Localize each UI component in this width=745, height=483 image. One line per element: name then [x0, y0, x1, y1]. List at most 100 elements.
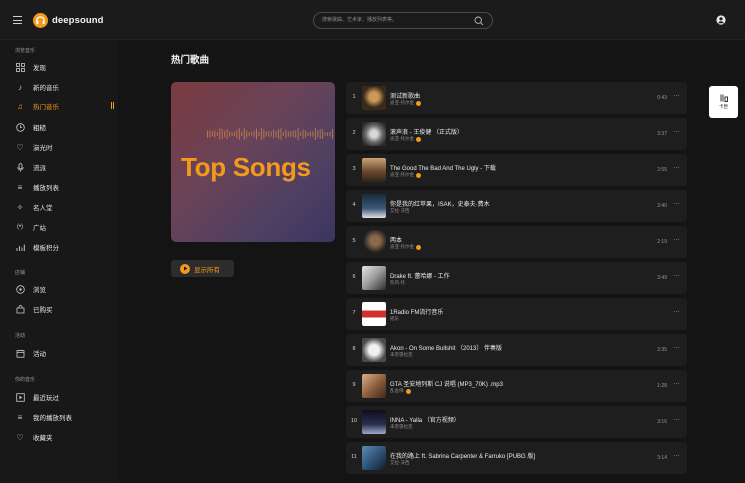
more-options-icon[interactable]: ··· [673, 453, 680, 459]
more-options-icon[interactable]: ··· [673, 237, 680, 243]
more-options-icon[interactable]: ··· [673, 417, 680, 423]
song-thumbnail[interactable] [362, 158, 386, 182]
song-title[interactable]: 滚声浪 - 王俊健 （正式版） [390, 127, 463, 136]
sidebar-item-my-playlists[interactable]: ≡ 我的播放列表 [15, 410, 118, 424]
song-thumbnail[interactable] [362, 410, 386, 434]
user-icon[interactable] [716, 15, 726, 25]
song-title[interactable]: Drake ft. 蕾哈娜 - 工作 [390, 271, 450, 280]
song-artist[interactable]: 未参雷拉克 [390, 352, 413, 358]
sidebar-item-points[interactable]: 模板积分 [15, 240, 118, 254]
song-row[interactable]: 2 滚声浪 - 王俊健 （正式版） 迪亚·托尔金 3:37 ··· [346, 118, 687, 150]
more-options-icon[interactable]: ··· [673, 273, 680, 279]
music-note-icon: ♪ [18, 82, 22, 92]
more-options-icon[interactable]: ··· [673, 345, 680, 351]
song-artist[interactable]: 艾拉·沃西 [390, 460, 410, 466]
sidebar-item-hall-of-fame[interactable]: ✧ 名人堂 [15, 200, 118, 214]
sidebar-item-recently-played[interactable]: 最近玩过 [15, 390, 118, 404]
song-number: 11 [351, 454, 357, 460]
sidebar-item-browse[interactable]: 浏览 [15, 282, 118, 296]
logo[interactable]: deepsound [33, 13, 104, 28]
sidebar-item-label: 名人堂 [33, 205, 53, 212]
show-all-button[interactable]: 显示所有 [171, 260, 234, 277]
song-title[interactable]: INNA - Yalla （官方视频） [390, 415, 460, 424]
song-artist[interactable]: 迪亚·托尔金 [390, 136, 421, 142]
sidebar-item-rough[interactable]: 粗糙 [15, 120, 118, 134]
more-options-icon[interactable]: ··· [673, 129, 680, 135]
song-number: 3 [352, 166, 356, 172]
sidebar-item-new-music[interactable]: ♪ 新的音乐 [15, 80, 118, 94]
song-row[interactable]: 5 两本 迪亚·托尔金 2:19 ··· [346, 226, 687, 258]
song-artist[interactable]: 乱舍佛 [390, 388, 411, 394]
song-title[interactable]: Akon - On Some Bullshit （2013） 伴奏版 [390, 343, 502, 352]
song-title[interactable]: 你是我的红苹果，ISAK，史泰夫·费木 [390, 199, 490, 208]
song-row[interactable]: 1 测试新歌曲 迪亚·托尔金 0:43 ··· [346, 82, 687, 114]
search-icon[interactable] [474, 16, 484, 26]
song-title[interactable]: 两本 [390, 235, 402, 244]
more-options-icon[interactable]: ··· [673, 201, 680, 207]
song-thumbnail[interactable] [362, 230, 386, 254]
bag-icon [15, 304, 25, 314]
song-thumbnail[interactable] [362, 122, 386, 146]
sidebar-item-top-music[interactable]: ♫ 热门音乐 [15, 99, 118, 113]
song-artist[interactable]: 迪亚·托尔金 [390, 172, 421, 178]
calendar-icon [15, 348, 25, 358]
search-input[interactable]: 搜索歌曲、艺术家、播放列表等。 [313, 12, 493, 29]
radio-icon: (•) [16, 224, 24, 230]
sidebar-item-purchased[interactable]: 已购买 [15, 302, 118, 316]
top-bar: deepsound 搜索歌曲、艺术家、播放列表等。 [0, 0, 745, 40]
song-thumbnail[interactable] [362, 194, 386, 218]
song-thumbnail[interactable] [362, 338, 386, 362]
song-title[interactable]: GTA 圣安地列斯 CJ 说唱 (MP3_70K) .mp3 [390, 379, 503, 388]
headphones-icon [33, 13, 48, 28]
sidebar-item-playlists[interactable]: ≡ 播放列表 [15, 180, 118, 194]
song-row[interactable]: 8 Akon - On Some Bullshit （2013） 伴奏版 未参雷拉克… [346, 334, 687, 366]
menu-icon[interactable] [13, 16, 22, 24]
song-row[interactable]: 3 The Good The Bad And The Ugly - 下载 迪亚·托尔… [346, 154, 687, 186]
heart-outline-icon: ♡ [16, 432, 24, 442]
song-thumbnail[interactable] [362, 446, 386, 470]
cassette-icon [720, 94, 728, 102]
more-options-icon[interactable]: ··· [673, 309, 680, 315]
sidebar-item-mood[interactable]: ♡ 演光时 [15, 140, 118, 154]
song-row[interactable]: 10 INNA - Yalla （官方视频） 未参雷拉克 3:16 ··· [346, 406, 687, 438]
more-options-icon[interactable]: ··· [673, 93, 680, 99]
song-row[interactable]: 11 在我的路上 ft. Sabrina Carpenter & Farruko … [346, 442, 687, 474]
sidebar-item-discover[interactable]: 发现 [15, 60, 118, 74]
song-artist[interactable]: 未参雷拉克 [390, 424, 413, 430]
song-thumbnail[interactable] [362, 86, 386, 110]
sidebar-item-label: 最近玩过 [33, 395, 59, 402]
fire-icon: ♫ [17, 101, 23, 111]
float-widget-button[interactable]: 卡匣 [709, 86, 738, 118]
sidebar-item-stations[interactable]: (•) 广站 [15, 220, 118, 234]
song-title[interactable]: 1Radio FM流行音乐 [390, 307, 443, 316]
more-options-icon[interactable]: ··· [673, 165, 680, 171]
song-thumbnail[interactable] [362, 302, 386, 326]
song-title[interactable]: 在我的路上 ft. Sabrina Carpenter & Farruko [P… [390, 451, 535, 460]
song-title[interactable]: 测试新歌曲 [390, 91, 420, 100]
more-options-icon[interactable]: ··· [673, 381, 680, 387]
sidebar-item-genres[interactable]: 流派 [15, 160, 118, 174]
song-duration: 2:55 [657, 167, 667, 173]
song-artist[interactable]: 迪亚·托尔金 [390, 100, 421, 106]
sidebar-item-label: 已购买 [33, 307, 53, 314]
song-artist[interactable]: 艾拉·沃西 [390, 208, 410, 214]
sidebar-item-label: 广站 [33, 225, 46, 232]
song-row[interactable]: 4 你是我的红苹果，ISAK，史泰夫·费木 艾拉·沃西 2:40 ··· [346, 190, 687, 222]
song-duration: 3:49 [657, 275, 667, 281]
section-title-your-music: 你的音乐 [15, 377, 36, 383]
song-thumbnail[interactable] [362, 266, 386, 290]
song-title[interactable]: The Good The Bad And The Ugly - 下载 [390, 163, 496, 172]
sidebar-item-favorites[interactable]: ♡ 收藏夹 [15, 430, 118, 444]
song-number: 1 [352, 94, 356, 100]
song-duration: 2:40 [657, 203, 667, 209]
song-row[interactable]: 9 GTA 圣安地列斯 CJ 说唱 (MP3_70K) .mp3 乱舍佛 1:28 ··… [346, 370, 687, 402]
song-artist[interactable]: 摇乐 [390, 316, 399, 322]
song-row[interactable]: 7 1Radio FM流行音乐 摇乐 ··· [346, 298, 687, 330]
song-thumbnail[interactable] [362, 374, 386, 398]
sidebar-item-events[interactable]: 活动 [15, 346, 118, 360]
song-artist[interactable]: 迪亚·托尔金 [390, 244, 421, 250]
song-artist[interactable]: 凯风·托 [390, 280, 405, 286]
sidebar-item-label: 播放列表 [33, 185, 59, 192]
song-number: 10 [350, 418, 358, 424]
song-row[interactable]: 6 Drake ft. 蕾哈娜 - 工作 凯风·托 3:49 ··· [346, 262, 687, 294]
